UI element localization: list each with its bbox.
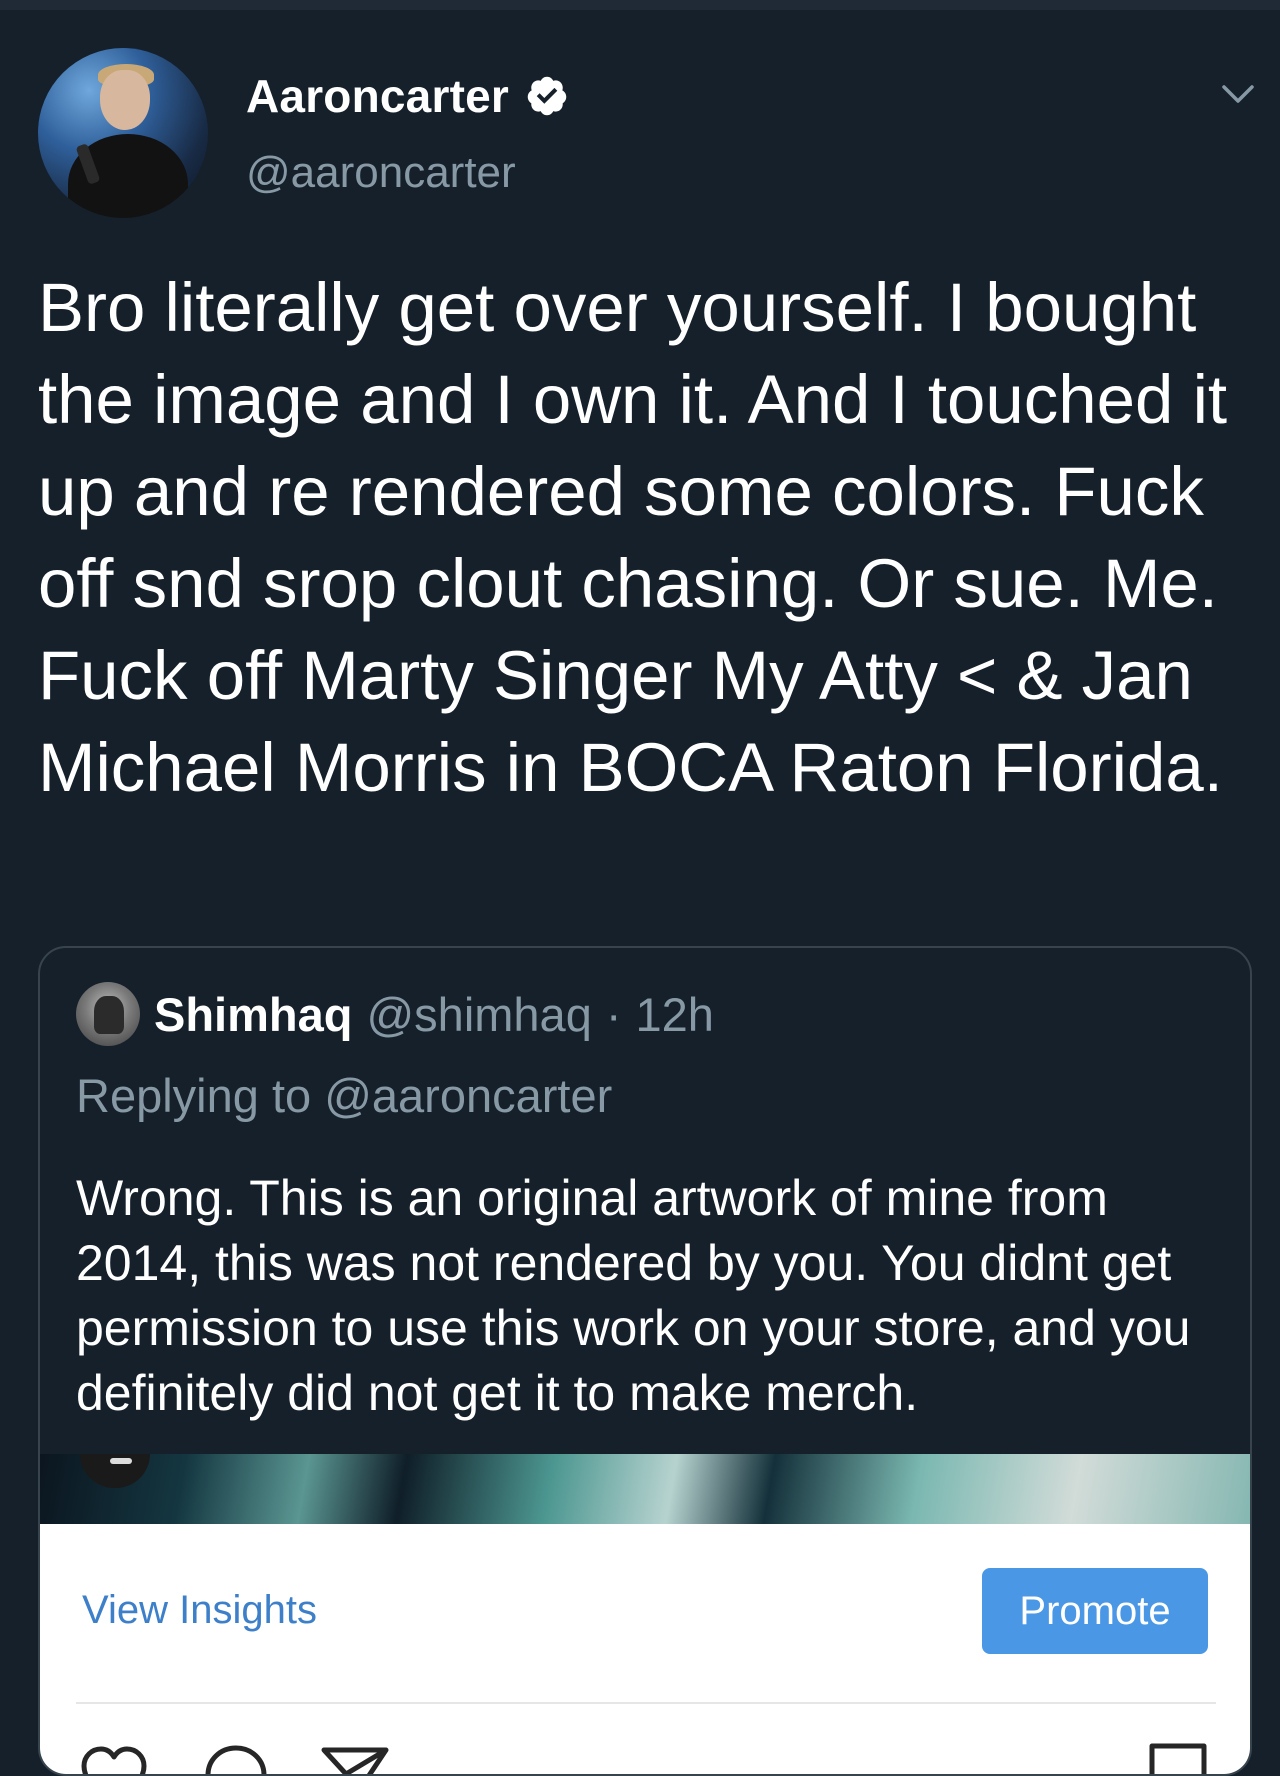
top-strip [0, 0, 1280, 10]
quoted-tweet-card[interactable]: Shimhaq @shimhaq · 12h Replying to @aaro… [38, 946, 1252, 1776]
image-mark [110, 1458, 132, 1464]
author-display-name[interactable]: Aaroncarter [246, 69, 509, 123]
promote-button: Promote [982, 1568, 1208, 1654]
replying-to: Replying to @aaroncarter [76, 1069, 613, 1122]
embedded-instagram-panel: View Insights Promote [40, 1524, 1250, 1774]
quoted-tweet-header: Shimhaq @shimhaq · 12h [154, 982, 714, 1046]
view-insights-link: View Insights [82, 1588, 317, 1632]
panel-divider [76, 1702, 1216, 1704]
header-separator: · [605, 987, 622, 1041]
verified-badge-icon [527, 76, 567, 116]
avatar-head [100, 70, 150, 130]
author-name-row[interactable]: Aaroncarter [246, 66, 569, 126]
quoted-tweet-time: 12h [635, 987, 714, 1041]
quoted-author-handle[interactable]: @shimhaq [366, 987, 591, 1042]
author-avatar[interactable] [38, 48, 208, 218]
author-handle[interactable]: @aaroncarter [246, 148, 516, 198]
chevron-down-icon[interactable] [1218, 78, 1258, 108]
tweet-text: Bro literally get over yourself. I bough… [38, 269, 1228, 806]
quoted-tweet-text: Wrong. This is an original artwork of mi… [76, 1170, 1191, 1421]
quoted-avatar-figure [94, 996, 124, 1034]
quoted-author-name[interactable]: Shimhaq [154, 987, 352, 1042]
quoted-tweet-image[interactable] [40, 1454, 1250, 1524]
quoted-author-avatar[interactable] [76, 982, 140, 1046]
